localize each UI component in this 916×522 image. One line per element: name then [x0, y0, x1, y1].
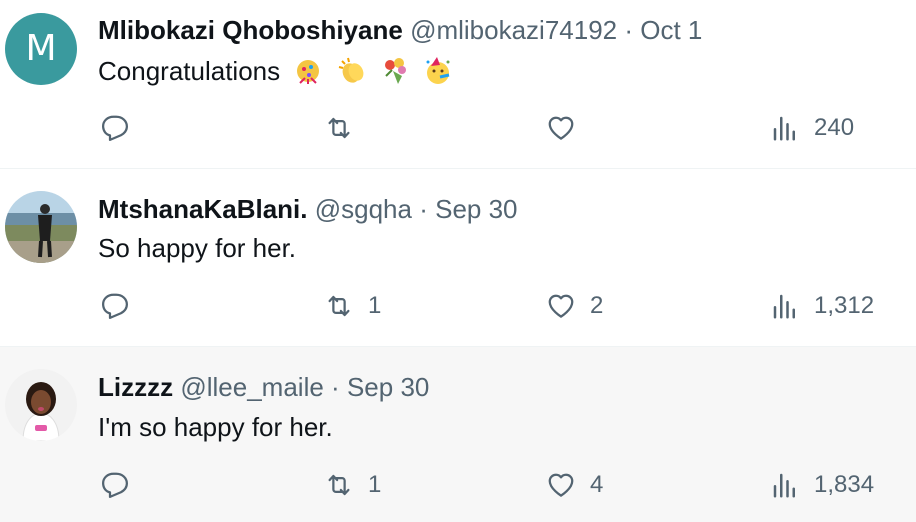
reply-button[interactable] — [100, 286, 130, 326]
views-bar-chart-icon — [773, 473, 795, 498]
reply-button[interactable] — [100, 108, 130, 148]
tweet-date[interactable]: Sep 30 — [347, 372, 429, 402]
confetti-icon — [297, 60, 320, 84]
reply-icon — [102, 115, 128, 141]
user-handle[interactable]: @sgqha — [315, 194, 412, 224]
heart-icon — [548, 294, 574, 318]
separator-dot: · — [419, 194, 428, 224]
separator-dot: · — [331, 372, 340, 402]
retweet-icon — [328, 117, 350, 139]
retweet-count: 1 — [368, 471, 382, 498]
tweet-text: So happy for her. — [98, 232, 296, 264]
tweet-text-content: I'm so happy for her. — [98, 412, 333, 442]
tweet-actions: 1 2 1,312 — [0, 286, 916, 326]
reply-icon — [102, 293, 128, 319]
views-button[interactable]: 1,834 — [770, 465, 874, 505]
tweet-text: Congratulations — [98, 55, 453, 87]
display-name[interactable]: Mlibokazi Qhoboshiyane — [98, 15, 403, 45]
tweet-header: Mlibokazi Qhoboshiyane @mlibokazi74192 ·… — [98, 14, 702, 46]
retweet-count: 1 — [368, 292, 382, 319]
views-bar-chart-icon — [773, 294, 795, 319]
avatar[interactable] — [5, 191, 77, 263]
tweet-date[interactable]: Sep 30 — [435, 194, 517, 224]
display-name[interactable]: Lizzzz — [98, 372, 173, 402]
retweet-icon — [328, 295, 350, 317]
reply-feed: M Mlibokazi Qhoboshiyane @mlibokazi74192… — [0, 0, 916, 522]
tweet-text: I'm so happy for her. — [98, 411, 333, 443]
like-button[interactable] — [546, 108, 590, 148]
clapping-hands-icon — [338, 57, 363, 83]
heart-icon — [548, 116, 574, 140]
views-button[interactable]: 1,312 — [770, 286, 874, 326]
like-button[interactable]: 2 — [546, 286, 603, 326]
party-face-icon — [426, 57, 450, 84]
display-name[interactable]: MtshanaKaBlani. — [98, 194, 308, 224]
like-button[interactable]: 4 — [546, 465, 603, 505]
tweet-header: Lizzzz @llee_maile · Sep 30 — [98, 371, 429, 403]
separator-dot: · — [624, 15, 634, 45]
reply-tweet[interactable]: M Mlibokazi Qhoboshiyane @mlibokazi74192… — [0, 0, 916, 169]
tweet-date[interactable]: Oct 1 — [640, 15, 702, 45]
views-button[interactable]: 240 — [770, 108, 854, 148]
avatar[interactable]: M — [5, 13, 77, 85]
tweet-actions: 1 4 1,834 — [0, 465, 916, 505]
retweet-icon — [328, 474, 350, 496]
tweet-text-content: Congratulations — [98, 56, 281, 86]
like-count: 2 — [590, 292, 604, 319]
retweet-button[interactable] — [324, 108, 368, 148]
heart-icon — [548, 473, 574, 497]
reply-button[interactable] — [100, 465, 130, 505]
retweet-button[interactable]: 1 — [324, 286, 381, 326]
reply-icon — [102, 472, 128, 498]
user-handle[interactable]: @llee_maile — [180, 372, 323, 402]
views-count: 1,834 — [814, 471, 875, 498]
reply-tweet[interactable]: MtshanaKaBlani. @sgqha · Sep 30 So happy… — [0, 169, 916, 347]
avatar[interactable] — [5, 369, 77, 441]
user-handle[interactable]: @mlibokazi74192 — [410, 15, 617, 45]
views-count: 240 — [814, 114, 855, 141]
reply-tweet[interactable]: Lizzzz @llee_maile · Sep 30 I'm so happy… — [0, 347, 916, 522]
bouquet-icon — [384, 58, 406, 84]
like-count: 4 — [590, 471, 604, 498]
tweet-header: MtshanaKaBlani. @sgqha · Sep 30 — [98, 193, 518, 225]
tweet-text-content: So happy for her. — [98, 233, 297, 263]
retweet-button[interactable]: 1 — [324, 465, 381, 505]
tweet-actions: 240 — [0, 108, 916, 148]
views-count: 1,312 — [814, 292, 875, 319]
views-bar-chart-icon — [773, 116, 795, 141]
